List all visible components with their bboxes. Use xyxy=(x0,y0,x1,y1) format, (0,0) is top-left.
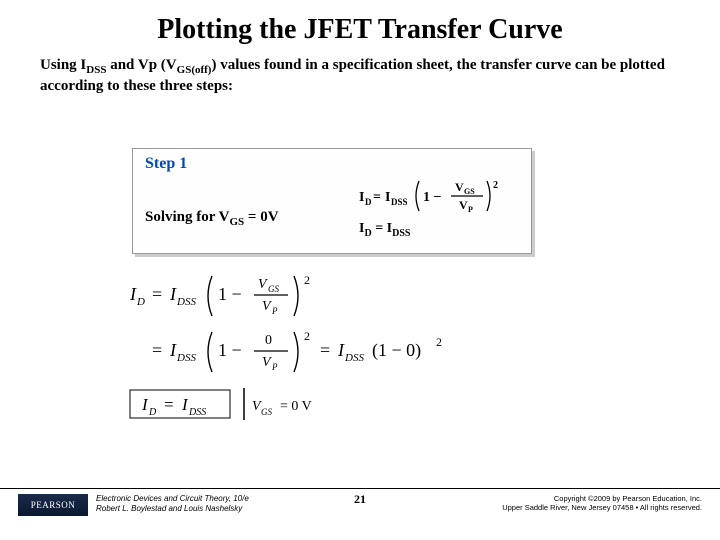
slide: Plotting the JFET Transfer Curve Using I… xyxy=(0,0,720,540)
svg-text:V: V xyxy=(262,299,272,314)
svg-text:=: = xyxy=(152,284,162,304)
svg-text:P: P xyxy=(271,306,278,316)
copyright-line2: Upper Saddle River, New Jersey 07458 • A… xyxy=(502,503,702,512)
svg-text:I: I xyxy=(385,190,390,205)
svg-text:=: = xyxy=(164,395,174,414)
formula-result: ID = IDSS xyxy=(359,221,519,239)
svg-text:=: = xyxy=(152,340,162,360)
footer-rule xyxy=(0,488,720,489)
svg-text:V: V xyxy=(459,198,468,212)
step-box: Step 1 Solving for VGS = 0V I D = I DSS xyxy=(132,148,532,254)
intro-text: Using IDSS and Vp (VGS(off)) values foun… xyxy=(0,46,720,97)
svg-text:D: D xyxy=(365,197,372,207)
copyright: Copyright ©2009 by Pearson Education, In… xyxy=(502,494,702,513)
formula-transfer: I D = I DSS 1 − V GS V xyxy=(359,177,519,215)
svg-text:V: V xyxy=(258,277,268,292)
svg-text:I: I xyxy=(181,395,189,414)
svg-text:I: I xyxy=(169,340,177,360)
solving-for-text: Solving for VGS = 0V xyxy=(145,187,279,228)
svg-text:I: I xyxy=(337,340,345,360)
svg-text:2: 2 xyxy=(493,180,498,191)
svg-text:1 −: 1 − xyxy=(218,340,242,360)
svg-text:2: 2 xyxy=(436,335,442,349)
svg-text:P: P xyxy=(271,362,278,372)
svg-text:I: I xyxy=(141,395,149,414)
svg-text:GS: GS xyxy=(268,284,279,294)
svg-text:= 0 V: = 0 V xyxy=(280,399,312,414)
svg-text:(1 − 0): (1 − 0) xyxy=(372,340,421,361)
page-title: Plotting the JFET Transfer Curve xyxy=(0,0,720,46)
svg-text:I: I xyxy=(359,190,364,205)
svg-text:D: D xyxy=(136,296,145,308)
svg-text:DSS: DSS xyxy=(344,352,364,364)
step-formula-block: I D = I DSS 1 − V GS V xyxy=(359,177,519,239)
svg-text:P: P xyxy=(468,205,473,214)
copyright-line1: Copyright ©2009 by Pearson Education, In… xyxy=(554,494,702,503)
svg-text:1 −: 1 − xyxy=(423,190,442,205)
svg-text:=: = xyxy=(373,190,381,205)
step-label: Step 1 xyxy=(145,155,519,173)
svg-text:DSS: DSS xyxy=(176,352,196,364)
svg-text:DSS: DSS xyxy=(188,407,206,418)
derivation-block: I D = I DSS 1 − V GS V P 2 = I DSS 1 − 0… xyxy=(120,270,580,435)
svg-text:D: D xyxy=(148,407,157,418)
svg-text:DSS: DSS xyxy=(391,197,408,207)
svg-text:DSS: DSS xyxy=(176,296,196,308)
svg-text:2: 2 xyxy=(304,329,310,343)
svg-text:=: = xyxy=(320,340,330,360)
svg-text:GS: GS xyxy=(464,187,475,196)
svg-text:V: V xyxy=(455,180,464,194)
svg-text:I: I xyxy=(169,284,177,304)
slide-footer: PEARSON Electronic Devices and Circuit T… xyxy=(0,488,720,528)
svg-text:1 −: 1 − xyxy=(218,284,242,304)
svg-text:V: V xyxy=(262,355,272,370)
svg-text:GS: GS xyxy=(261,407,272,417)
svg-text:2: 2 xyxy=(304,273,310,287)
svg-text:0: 0 xyxy=(265,333,272,348)
svg-text:I: I xyxy=(129,284,137,304)
